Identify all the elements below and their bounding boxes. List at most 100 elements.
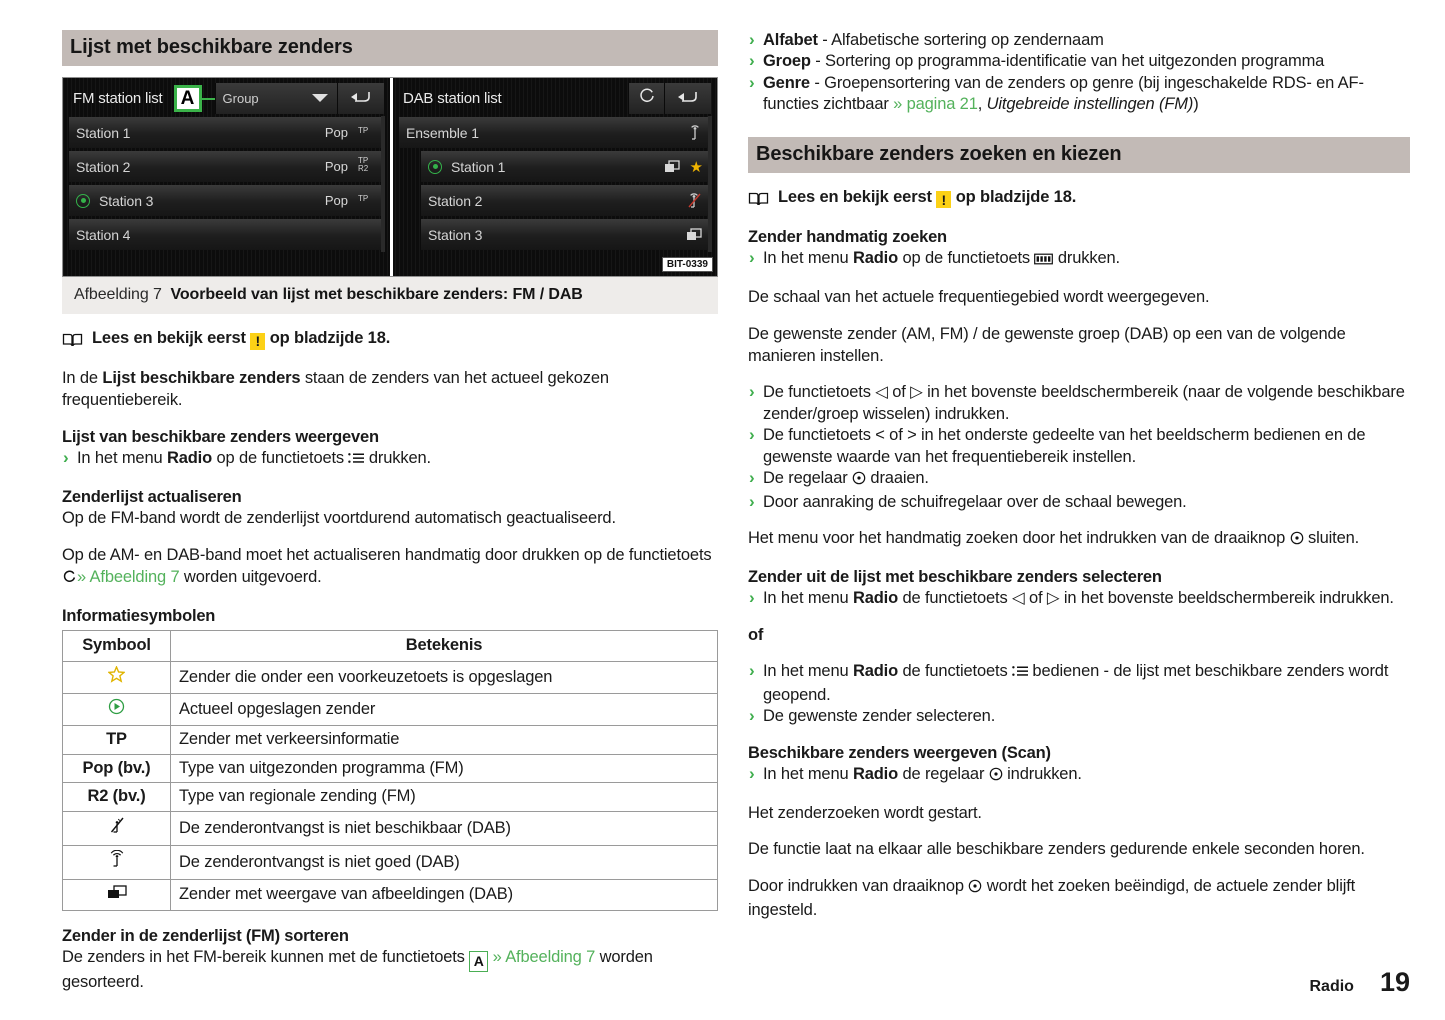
list-item-genre: Genre - Groepensortering van de zenders …	[748, 72, 1410, 116]
fm-station-row-current[interactable]: Station 3 Pop TP	[69, 185, 384, 216]
section-heading-available-stations: Lijst met beschikbare zenders	[62, 30, 718, 66]
station-name: Station 1	[76, 124, 131, 141]
table-cell-meaning: Zender met weergave van afbeeldingen (DA…	[170, 878, 718, 911]
list-item: De gewenste zender selecteren.	[748, 705, 1410, 728]
heading-manual-search: Zender handmatig zoeken	[748, 227, 947, 246]
figure-caption: Afbeelding 7 Voorbeeld van lijst met bes…	[62, 277, 718, 314]
list-icon	[348, 450, 365, 471]
table-cell-symbol: R2 (bv.)	[62, 782, 171, 813]
refresh-icon	[62, 569, 77, 591]
play-circle-icon	[62, 693, 171, 726]
table-row: Pop (bv.) Type van uitgezonden programma…	[62, 753, 718, 784]
weak-signal-icon	[62, 845, 171, 880]
dab-station-row[interactable]: Station 3	[421, 219, 711, 250]
list-item-alfabet: Alfabet - Alfabetische sortering op zend…	[748, 29, 1410, 52]
list-item: In het menu Radio de functietoets bedien…	[748, 660, 1410, 706]
manual-page: Lijst met beschikbare zenders FM station…	[0, 0, 1445, 1020]
no-signal-icon	[62, 811, 171, 847]
list-item: In het menu Radio de regelaar indrukken.	[748, 763, 1410, 787]
heading-sort-stations: Zender in de zenderlijst (FM) sorteren	[62, 926, 349, 945]
read-first-note: Lees en bekijk eerst ! op bladzijde 18.	[748, 188, 1410, 212]
page-link[interactable]: » pagina 21	[893, 95, 978, 113]
fm-back-button[interactable]	[337, 83, 384, 114]
paragraph-close-menu: Het menu voor het handmatig zoeken door …	[748, 528, 1410, 552]
callout-leader-line	[201, 97, 215, 100]
dab-scrollbar[interactable]	[708, 116, 712, 252]
figure-link[interactable]: » Afbeelding 7	[77, 568, 180, 586]
heading-update-list: Zenderlijst actualiseren	[62, 487, 242, 506]
paragraph-sort-stations: De zenders in het FM-bereik kunnen met d…	[62, 948, 653, 991]
back-arrow-icon	[350, 90, 372, 108]
station-name: Station 4	[76, 226, 131, 243]
list-setting-methods: De functietoets ◁ of ▷ in het bovenste b…	[748, 381, 1410, 513]
triangle-left-icon: ◁	[1011, 589, 1025, 608]
callout-a-box: A	[469, 950, 489, 972]
figure-caption-label: Afbeelding 7	[74, 286, 162, 303]
no-signal-icon	[685, 192, 703, 209]
table-row: De zenderontvangst is niet goed (DAB)	[62, 845, 718, 880]
paragraph-scan-function: De functie laat na elkaar alle beschikba…	[748, 840, 1365, 859]
paragraph-scan-end: Door indrukken van draaiknop wordt het z…	[748, 877, 1356, 920]
symbol-table: Symbool Betekenis Zender die onder een v…	[62, 630, 718, 911]
fm-group-dropdown[interactable]: Group	[214, 83, 337, 114]
list-item: De functietoets < of > in het onderste g…	[748, 424, 1410, 468]
list-item: De regelaar draaien.	[748, 467, 1410, 491]
station-name: Station 2	[428, 192, 483, 209]
table-cell-meaning: De zenderontvangst is niet beschikbaar (…	[170, 811, 718, 847]
fm-station-row[interactable]: Station 1 Pop TP	[69, 117, 384, 148]
table-row: Actueel opgeslagen zender	[62, 693, 718, 726]
paragraph-desired-station: De gewenste zender (AM, FM) / de gewenst…	[748, 324, 1346, 365]
table-row: R2 (bv.) Type van regionale zending (FM)	[62, 782, 718, 813]
heading-scan: Beschikbare zenders weergeven (Scan)	[748, 743, 1051, 762]
book-icon	[62, 332, 83, 353]
read-first-note: Lees en bekijk eerst ! op bladzijde 18.	[62, 329, 718, 353]
fm-station-row[interactable]: Station 4	[69, 219, 384, 250]
fm-scrollbar[interactable]	[381, 116, 385, 252]
dab-panel-title: DAB station list	[403, 90, 502, 107]
ensemble-name: Ensemble 1	[406, 124, 479, 141]
radio-screenshot: FM station list A Group Station 1 Pop TP…	[62, 77, 718, 277]
book-icon	[748, 191, 769, 212]
dab-back-button[interactable]	[664, 83, 711, 114]
station-name: Station 3	[99, 192, 154, 209]
footer-page-number: 19	[1379, 967, 1410, 997]
back-arrow-icon	[677, 90, 699, 108]
heading-or: of	[748, 625, 764, 644]
slideshow-icon	[686, 227, 703, 242]
intro-paragraph: In de Lijst beschikbare zenders staan de…	[62, 369, 609, 409]
dab-ensemble-row[interactable]: Ensemble 1	[399, 117, 711, 148]
station-type: Pop	[324, 125, 348, 140]
warning-icon: !	[250, 332, 266, 350]
list-icon	[1012, 663, 1028, 684]
dab-refresh-button[interactable]	[628, 83, 664, 114]
dab-station-row-current[interactable]: Station 1 ★	[421, 151, 711, 182]
heading-select-from-list: Zender uit de lijst met beschikbare zend…	[748, 568, 1162, 586]
table-cell-meaning: De zenderontvangst is niet goed (DAB)	[170, 845, 718, 880]
table-cell-symbol: TP	[62, 724, 171, 755]
figure-link[interactable]: » Afbeelding 7	[493, 948, 596, 966]
list-item: De functietoets ◁ of ▷ in het bovenste b…	[748, 381, 1410, 425]
dab-station-row[interactable]: Station 2	[421, 185, 711, 216]
refresh-icon	[638, 87, 656, 110]
col-meaning: Betekenis	[170, 630, 718, 663]
knob-icon	[989, 766, 1003, 787]
slideshow-icon	[664, 159, 681, 174]
fm-station-row[interactable]: Station 2 Pop TP R2	[69, 151, 384, 182]
fm-panel: FM station list A Group Station 1 Pop TP…	[63, 78, 390, 276]
fm-panel-header: FM station list A Group	[69, 83, 384, 114]
list-item: In het menu Radio op de functietoets dru…	[62, 447, 718, 471]
fm-group-dropdown-value: Group	[222, 91, 259, 106]
dab-header-spacer	[502, 83, 628, 114]
list-scan: In het menu Radio de regelaar indrukken.	[748, 763, 1410, 787]
callout-a: A	[173, 85, 202, 112]
star-outline-icon	[62, 661, 171, 695]
station-flags: TP R2	[358, 155, 369, 173]
station-name: Station 1	[451, 158, 506, 175]
dab-panel: DAB station list Ensemble 1 Station 1 ★ …	[390, 78, 717, 276]
table-row: TP Zender met verkeersinformatie	[62, 724, 718, 755]
